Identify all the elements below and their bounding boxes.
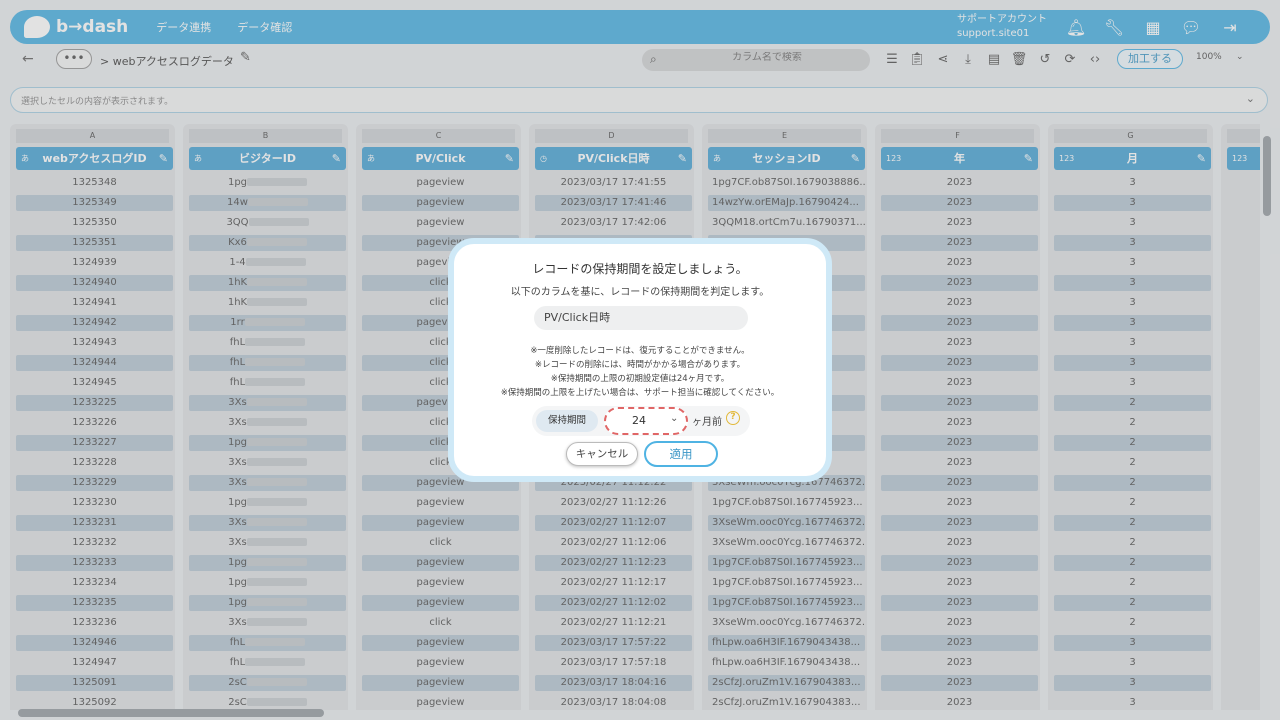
- note-line: ※保持期間の上限の初期設定値は24ヶ月です。: [550, 374, 730, 384]
- dialog-notes: ※一度削除したレコードは、復元することができません。 ※レコードの削除には、時間…: [454, 344, 826, 400]
- base-column-field: PV/Click日時: [534, 306, 748, 330]
- apply-button[interactable]: 適用: [644, 441, 718, 467]
- dialog-subtitle: 以下のカラムを基に、レコードの保持期間を判定します。: [510, 287, 770, 298]
- note-line: ※保持期間の上限を上げたい場合は、サポート担当に確認してください。: [500, 388, 780, 398]
- note-line: ※一度削除したレコードは、復元することができません。: [530, 346, 750, 356]
- retention-period-select[interactable]: 24 ⌄: [604, 407, 688, 435]
- note-line: ※レコードの削除には、時間がかかる場合があります。: [534, 360, 746, 370]
- period-label: 保持期間: [536, 410, 598, 432]
- help-icon[interactable]: ?: [726, 411, 740, 425]
- chevron-down-icon: ⌄: [670, 413, 679, 424]
- period-unit: ヶ月前: [692, 417, 722, 428]
- period-value: 24: [632, 414, 646, 427]
- retention-period-dialog: レコードの保持期間を設定しましょう。 以下のカラムを基に、レコードの保持期間を判…: [448, 238, 832, 482]
- cancel-button[interactable]: キャンセル: [566, 442, 638, 466]
- dialog-title: レコードの保持期間を設定しましょう。: [532, 262, 748, 276]
